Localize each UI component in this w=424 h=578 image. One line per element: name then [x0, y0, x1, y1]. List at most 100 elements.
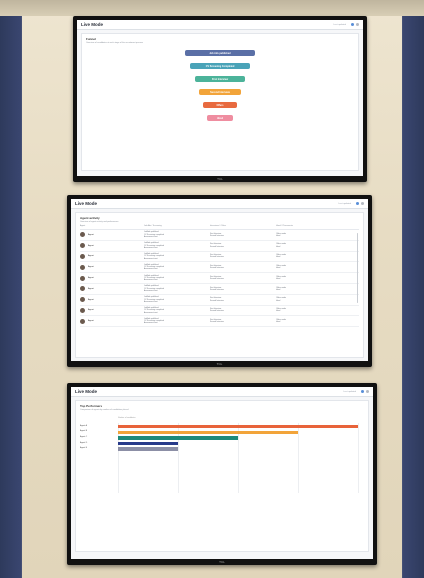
- settings-icon[interactable]: [361, 202, 364, 205]
- funnel-stage[interactable]: Offers: [203, 102, 237, 108]
- table-row[interactable]: Agent Job Ads published CV Screening compl…: [80, 306, 359, 317]
- agent-name: Agent: [88, 309, 94, 312]
- avatar: [80, 243, 85, 249]
- avatar: [80, 318, 85, 324]
- agent-cell: Agent: [80, 297, 144, 303]
- cell-line: Second Interview: [210, 310, 224, 313]
- screen-table: Live Mode Last updated Agent activity Ov…: [71, 199, 368, 361]
- col-header[interactable]: Agent: [80, 225, 144, 227]
- avatar: [80, 297, 85, 303]
- hired-cell: Offers made Hired: [276, 297, 342, 302]
- avatar: [80, 232, 85, 238]
- agent-cell: Agent: [80, 264, 144, 270]
- bar[interactable]: [118, 430, 298, 434]
- agent-cell: Agent: [80, 253, 144, 259]
- hired-cell: Offers made Hired: [276, 308, 342, 313]
- hired-cell: Offers made Hired: [276, 276, 342, 281]
- cell-line: Assessment sent: [144, 279, 158, 282]
- table-row[interactable]: Agent Job Ads published CV Screening compl…: [80, 273, 359, 284]
- refresh-icon[interactable]: [356, 202, 359, 205]
- hired-cell: Offers made Hired: [276, 243, 342, 248]
- interview-cell: First Interview Second Interview: [210, 297, 276, 302]
- funnel-stage[interactable]: Hired: [207, 115, 233, 121]
- funnel-stage[interactable]: Second Interview: [199, 89, 241, 95]
- tv-table: Live Mode Last updated Agent activity Ov…: [67, 195, 372, 367]
- agent-name: Agent: [88, 320, 94, 323]
- axis-label: Number of candidates: [118, 417, 136, 419]
- cell-line: Second Interview: [210, 245, 224, 248]
- screening-cell: Job Ads published CV Screening completed A…: [144, 242, 210, 249]
- agent-cell: Agent: [80, 307, 144, 313]
- table-header: Agent Job Ads / Screening Interviews / O…: [80, 223, 359, 230]
- scrollbar[interactable]: [356, 233, 358, 303]
- category-label: Agent D: [80, 441, 88, 444]
- card-title: Agent activity: [80, 216, 100, 220]
- funnel-chart: Job Ads published CV Screening Completed F…: [86, 44, 354, 134]
- cell-line: Hired: [276, 256, 281, 259]
- table-body: Agent Job Ads published CV Screening compl…: [80, 230, 359, 328]
- cell-line: Hired: [276, 278, 281, 281]
- tv-barchart: Live Mode Last updated Top Performers Co…: [67, 383, 377, 565]
- cell-line: Assessment sent: [144, 268, 158, 271]
- card-title: Top Performers: [80, 404, 103, 408]
- app-header: Live Mode Last updated: [77, 20, 363, 30]
- cell-line: Second Interview: [210, 288, 224, 291]
- hired-cell: Offers made Hired: [276, 254, 342, 259]
- bar[interactable]: [118, 441, 178, 446]
- avatar: [80, 275, 85, 281]
- cell-line: Hired: [276, 299, 281, 302]
- bar[interactable]: [118, 436, 238, 440]
- funnel-stage[interactable]: Job Ads published: [185, 50, 255, 56]
- tv-logo: TCL: [216, 362, 223, 366]
- cell-line: Hired: [276, 245, 281, 248]
- ceiling: [0, 0, 424, 16]
- cell-line: Second Interview: [210, 321, 224, 324]
- last-updated: Last updated: [343, 390, 356, 393]
- cell-line: Assessment sent: [144, 300, 158, 303]
- agent-name: Agent: [88, 244, 94, 247]
- category-label: Agent E: [80, 447, 88, 450]
- avatar: [80, 286, 85, 292]
- agent-cell: Agent: [80, 275, 144, 281]
- settings-icon[interactable]: [356, 23, 359, 26]
- table-row[interactable]: Agent Job Ads published CV Screening compl…: [80, 316, 359, 328]
- col-header[interactable]: Hired / Placements: [276, 225, 342, 227]
- table-row[interactable]: Agent Job Ads published CV Screening compl…: [80, 252, 359, 263]
- refresh-icon[interactable]: [361, 390, 364, 393]
- app-title: Live Mode: [75, 201, 98, 206]
- table-row[interactable]: Agent Job Ads published CV Screening compl…: [80, 284, 359, 295]
- category-label: Agent B: [80, 430, 88, 433]
- agent-name: Agent: [88, 298, 94, 301]
- col-header[interactable]: Interviews / Offers: [210, 225, 276, 227]
- table-row[interactable]: Agent Job Ads published CV Screening compl…: [80, 230, 359, 241]
- settings-icon[interactable]: [366, 390, 369, 393]
- funnel-stage[interactable]: First Interview: [195, 76, 245, 82]
- hired-cell: Offers made Hired: [276, 265, 342, 270]
- app-title: Live Mode: [81, 22, 104, 27]
- avatar: [80, 264, 85, 270]
- cell-line: Assessment sent: [144, 290, 158, 293]
- table-row[interactable]: Agent Job Ads published CV Screening compl…: [80, 295, 359, 306]
- table-row[interactable]: Agent Job Ads published CV Screening compl…: [80, 262, 359, 274]
- agent-name: Agent: [88, 255, 94, 258]
- funnel-stage[interactable]: CV Screening Completed: [190, 63, 250, 69]
- table-row[interactable]: Agent Job Ads published CV Screening compl…: [80, 241, 359, 252]
- agent-cell: Agent: [80, 318, 144, 324]
- horizontal-bar-chart: Agent A Agent B Agent C Agent D Agent E: [80, 423, 364, 493]
- agent-table: Agent Job Ads / Screening Interviews / O…: [80, 223, 359, 328]
- col-header[interactable]: Job Ads / Screening: [144, 225, 210, 227]
- refresh-icon[interactable]: [351, 23, 354, 26]
- screening-cell: Job Ads published CV Screening completed A…: [144, 253, 210, 260]
- bar[interactable]: [118, 425, 358, 429]
- app-header: Live Mode Last updated: [71, 387, 373, 397]
- agent-name: Agent: [88, 266, 94, 269]
- tv-funnel: Live Mode Last updated Funnel Overview o…: [73, 16, 367, 182]
- bar[interactable]: [118, 447, 178, 451]
- cell-line: Assessment sent: [144, 311, 158, 314]
- screen-barchart: Live Mode Last updated Top Performers Co…: [71, 387, 373, 559]
- cell-line: Second Interview: [210, 256, 224, 259]
- agent-name: Agent: [88, 287, 94, 290]
- screening-cell: Job Ads published CV Screening completed A…: [144, 285, 210, 292]
- screening-cell: Job Ads published CV Screening completed A…: [144, 275, 210, 282]
- interview-cell: First Interview Second Interview: [210, 233, 276, 238]
